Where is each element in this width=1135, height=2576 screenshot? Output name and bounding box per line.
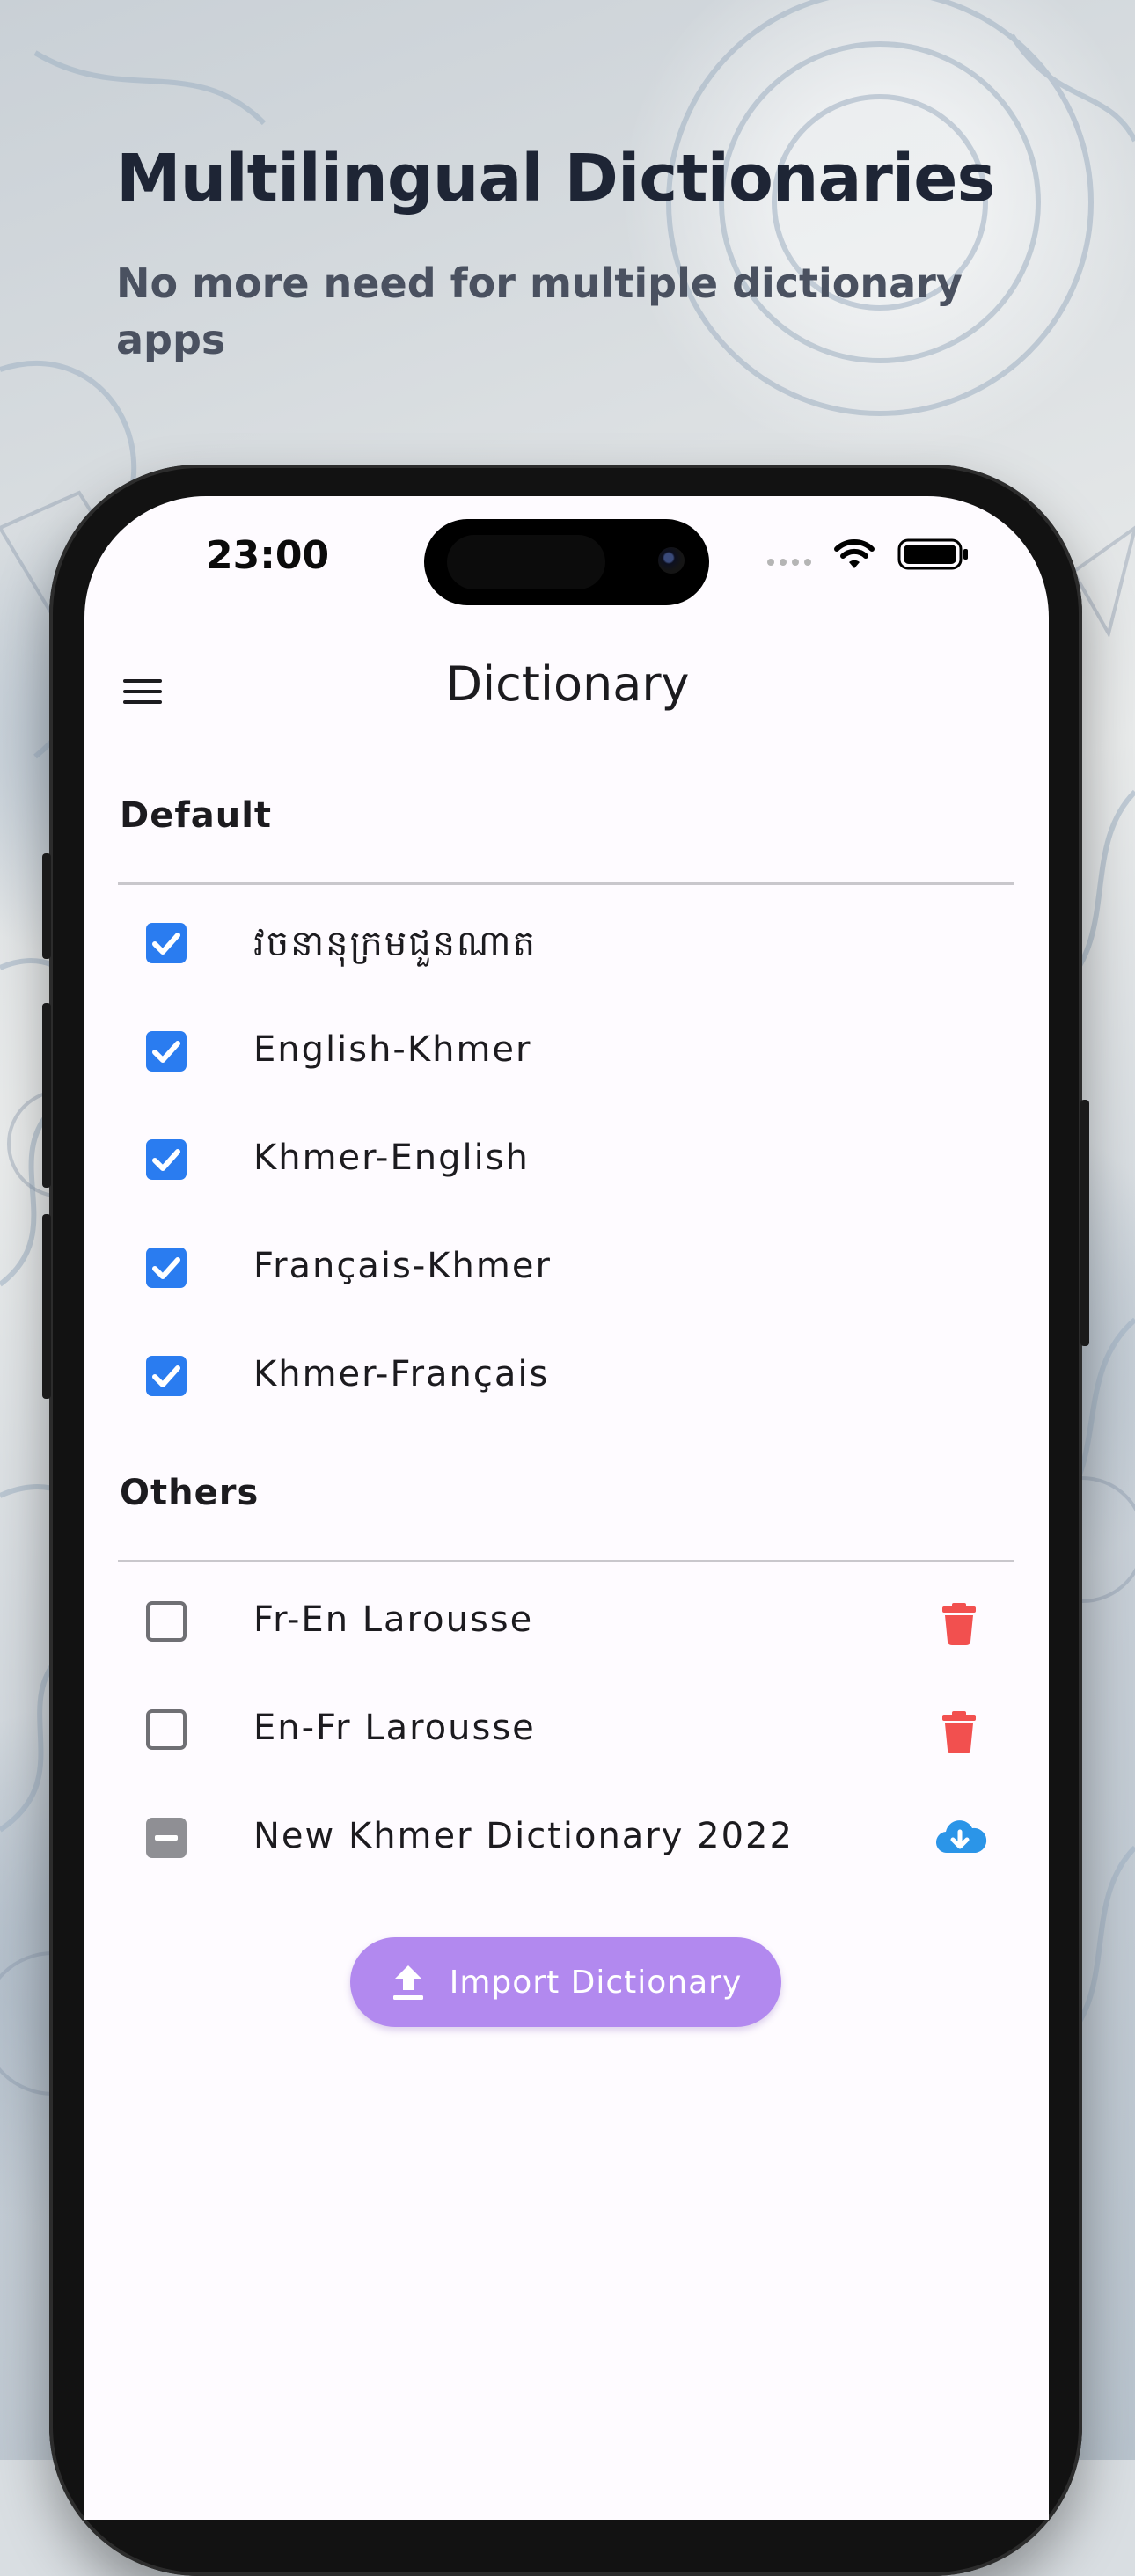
list-item[interactable]: វចនានុក្រមជួនណាត bbox=[141, 900, 985, 988]
phone-side-button bbox=[42, 1003, 51, 1188]
delete-icon[interactable] bbox=[933, 1596, 985, 1649]
checkbox-indeterminate[interactable] bbox=[146, 1818, 187, 1858]
checkbox-checked[interactable] bbox=[146, 1356, 187, 1396]
section-divider bbox=[118, 882, 1014, 885]
section-divider bbox=[118, 1560, 1014, 1562]
status-time: 23:00 bbox=[206, 533, 330, 578]
checkbox-checked[interactable] bbox=[146, 1139, 187, 1180]
checkbox-checked[interactable] bbox=[146, 923, 187, 963]
list-item-label: វចនានុក្រមជួនណាត bbox=[253, 924, 537, 964]
list-item-label: Khmer-English bbox=[253, 1138, 530, 1178]
phone-power-button bbox=[1080, 1100, 1089, 1346]
list-item[interactable]: English-Khmer bbox=[141, 1008, 985, 1096]
battery-icon bbox=[897, 538, 968, 570]
status-icons bbox=[767, 537, 970, 572]
dynamic-island-sensor bbox=[447, 535, 605, 589]
page-headline: Multilingual Dictionaries bbox=[116, 141, 995, 216]
section-title-others: Others bbox=[120, 1473, 260, 1513]
list-item[interactable]: Français-Khmer bbox=[141, 1225, 985, 1313]
checkbox-checked[interactable] bbox=[146, 1248, 187, 1288]
menu-icon[interactable] bbox=[120, 669, 165, 714]
wifi-icon bbox=[834, 539, 875, 568]
list-item-label: Fr-En Larousse bbox=[253, 1599, 534, 1640]
list-item[interactable]: En-Fr Larousse bbox=[141, 1687, 985, 1775]
app-bar-title: Dictionary bbox=[445, 656, 690, 712]
phone-side-button bbox=[42, 1214, 51, 1399]
list-item[interactable]: Khmer-English bbox=[141, 1116, 985, 1204]
list-item[interactable]: New Khmer Dictionary 2022 bbox=[141, 1795, 987, 1883]
checkbox-checked[interactable] bbox=[146, 1031, 187, 1072]
page-subline: No more need for multiple dictionary app… bbox=[116, 260, 963, 363]
list-item[interactable]: Fr-En Larousse bbox=[141, 1578, 985, 1666]
checkbox-unchecked[interactable] bbox=[146, 1601, 187, 1642]
camera-icon bbox=[658, 547, 685, 574]
section-title-default: Default bbox=[120, 795, 273, 836]
list-item-label: Khmer-Français bbox=[253, 1354, 550, 1394]
import-dictionary-label: Import Dictionary bbox=[449, 1964, 743, 2001]
phone-side-button bbox=[42, 853, 51, 959]
signal-dots-icon bbox=[767, 559, 811, 566]
dynamic-island bbox=[424, 519, 709, 605]
list-item-label: Français-Khmer bbox=[253, 1246, 552, 1286]
list-item-label: En-Fr Larousse bbox=[253, 1708, 536, 1748]
list-item[interactable]: Khmer-Français bbox=[141, 1333, 985, 1421]
upload-icon bbox=[392, 1965, 423, 2000]
list-item-label: English-Khmer bbox=[253, 1029, 532, 1070]
checkbox-unchecked[interactable] bbox=[146, 1709, 187, 1750]
list-item-label: New Khmer Dictionary 2022 bbox=[253, 1816, 794, 1856]
cloud-download-icon[interactable] bbox=[931, 1812, 989, 1865]
delete-icon[interactable] bbox=[933, 1704, 985, 1757]
import-dictionary-button[interactable]: Import Dictionary bbox=[350, 1937, 781, 2027]
